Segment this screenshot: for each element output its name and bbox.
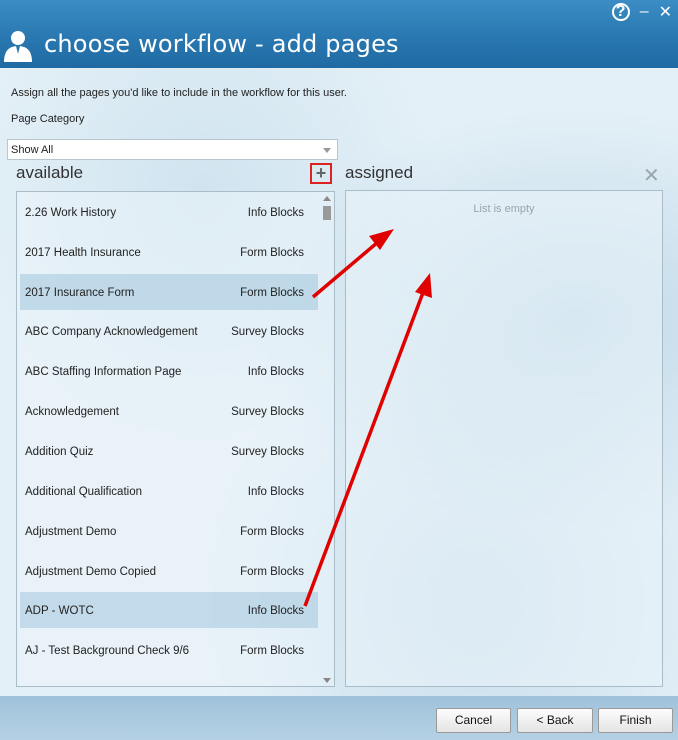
item-name: AJ - Test Background Check 9/6	[25, 645, 190, 657]
page-category-label: Page Category	[11, 113, 85, 125]
item-type: Info Blocks	[247, 366, 304, 378]
list-item[interactable]: 2017 Health Insurance Form Blocks	[20, 234, 318, 270]
page-category-select[interactable]: Show All	[7, 139, 338, 160]
list-item[interactable]: ABC Staffing Information Page Info Block…	[20, 353, 318, 389]
item-name: Acknowledgement	[25, 406, 119, 418]
item-type: Form Blocks	[240, 247, 304, 259]
scroll-thumb[interactable]	[323, 206, 331, 220]
window-controls: ? – ✕	[611, 2, 672, 22]
item-type: Survey Blocks	[231, 326, 304, 338]
scroll-up-icon[interactable]	[323, 196, 331, 201]
list-item[interactable]: Acknowledgement Survey Blocks	[20, 393, 318, 429]
item-name: 2017 Health Insurance	[25, 247, 141, 259]
item-type: Form Blocks	[240, 566, 304, 578]
item-name: 2017 Insurance Form	[25, 287, 135, 299]
item-type: Info Blocks	[247, 207, 304, 219]
item-type: Form Blocks	[240, 526, 304, 538]
list-item[interactable]: ABC Company Acknowledgement Survey Block…	[20, 313, 318, 349]
assigned-title: assigned	[345, 163, 414, 182]
item-type: Survey Blocks	[231, 406, 304, 418]
cancel-button[interactable]: Cancel	[436, 708, 511, 733]
list-item[interactable]: Adjustment Demo Copied Form Blocks	[20, 553, 318, 589]
item-name: 2.26 Work History	[25, 207, 117, 219]
add-button[interactable]: +	[310, 163, 332, 184]
help-icon[interactable]: ?	[611, 3, 630, 21]
available-list[interactable]: 2.26 Work History Info Blocks 2017 Healt…	[16, 191, 335, 687]
page-category-value: Show All	[11, 144, 54, 156]
list-item[interactable]: Addition Quiz Survey Blocks	[20, 433, 318, 469]
list-item[interactable]: Additional Qualification Info Blocks	[20, 473, 318, 509]
list-item[interactable]: ADP - WOTC Info Blocks	[20, 592, 318, 628]
item-type: Survey Blocks	[231, 446, 304, 458]
user-icon	[4, 31, 32, 62]
item-name: Additional Qualification	[25, 486, 142, 498]
close-icon[interactable]: ✕	[659, 2, 672, 22]
list-item[interactable]: AJ - Test Background Check 9/6 Form Bloc…	[20, 632, 318, 668]
item-name: Adjustment Demo Copied	[25, 566, 157, 578]
item-type: Form Blocks	[240, 287, 304, 299]
list-item[interactable]: Adjustment Demo Form Blocks	[20, 513, 318, 549]
item-type: Info Blocks	[247, 486, 304, 498]
back-button[interactable]: < Back	[517, 708, 593, 733]
minimize-icon[interactable]: –	[640, 3, 649, 21]
item-name: Addition Quiz	[25, 446, 94, 458]
item-name: ADP - WOTC	[25, 605, 94, 617]
item-name: ABC Staffing Information Page	[25, 366, 182, 378]
scroll-down-icon[interactable]	[323, 678, 331, 683]
instruction-text: Assign all the pages you'd like to inclu…	[11, 87, 347, 99]
item-name: ABC Company Acknowledgement	[25, 326, 198, 338]
scrollbar[interactable]	[322, 194, 332, 684]
title-bar: choose workflow - add pages ? – ✕	[0, 0, 678, 68]
list-item[interactable]: 2.26 Work History Info Blocks	[20, 194, 318, 230]
page-title: choose workflow - add pages	[44, 30, 399, 58]
finish-button[interactable]: Finish	[598, 708, 673, 733]
chevron-down-icon	[323, 148, 331, 153]
item-name: Adjustment Demo	[25, 526, 117, 538]
empty-list-text: List is empty	[473, 203, 535, 215]
item-type: Info Blocks	[247, 605, 304, 617]
item-type: Form Blocks	[240, 645, 304, 657]
clear-icon[interactable]: ✕	[643, 163, 660, 188]
available-title: available	[16, 163, 84, 182]
list-item[interactable]: 2017 Insurance Form Form Blocks	[20, 274, 318, 310]
assigned-list[interactable]: List is empty	[345, 190, 663, 687]
